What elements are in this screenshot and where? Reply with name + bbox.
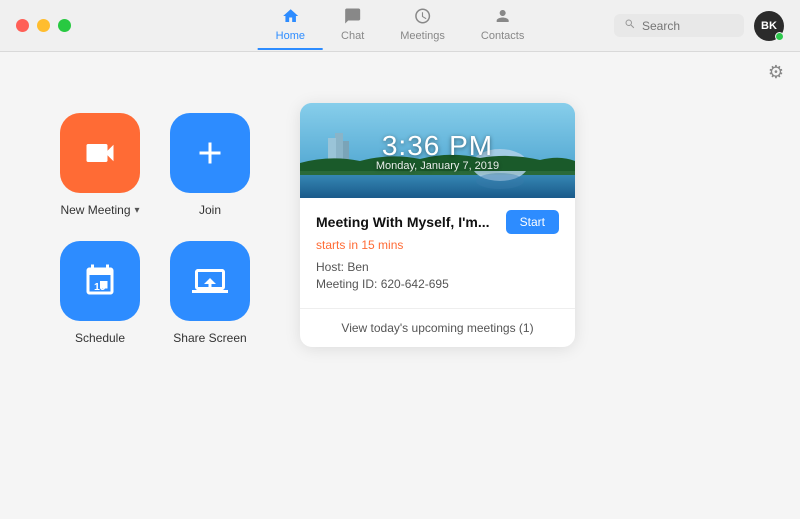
avatar-initials: BK xyxy=(761,20,777,32)
tab-chat-label: Chat xyxy=(341,30,364,42)
nav-right: BK xyxy=(614,11,784,41)
tab-meetings-label: Meetings xyxy=(400,30,445,42)
share-screen-item[interactable]: Share Screen xyxy=(170,241,250,345)
new-meeting-label: New Meeting ▾ xyxy=(60,203,139,217)
tab-chat[interactable]: Chat xyxy=(323,1,382,50)
minimize-button[interactable] xyxy=(37,19,50,32)
tab-home[interactable]: Home xyxy=(258,1,323,50)
time-display: 3:36 PM Monday, January 7, 2019 xyxy=(376,130,499,172)
main-content: New Meeting ▾ Join 19 xyxy=(0,83,800,367)
avatar[interactable]: BK xyxy=(754,11,784,41)
clock-date: Monday, January 7, 2019 xyxy=(376,160,499,172)
nav-tabs: Home Chat Meetings Cont xyxy=(258,1,543,50)
maximize-button[interactable] xyxy=(58,19,71,32)
search-box[interactable] xyxy=(614,14,744,37)
meeting-card: 3:36 PM Monday, January 7, 2019 Meeting … xyxy=(300,103,575,347)
schedule-label: Schedule xyxy=(75,331,125,345)
meeting-card-footer: View today's upcoming meetings (1) xyxy=(300,308,575,347)
search-input[interactable] xyxy=(642,19,732,33)
share-screen-button[interactable] xyxy=(170,241,250,321)
tab-contacts[interactable]: Contacts xyxy=(463,1,542,50)
meetings-icon xyxy=(414,7,432,28)
tab-contacts-label: Contacts xyxy=(481,30,524,42)
meeting-title: Meeting With Myself, I'm... xyxy=(316,214,490,230)
meeting-id: Meeting ID: 620-642-695 xyxy=(316,277,559,291)
contacts-icon xyxy=(494,7,512,28)
home-icon xyxy=(281,7,299,28)
dropdown-arrow: ▾ xyxy=(135,205,140,216)
window-controls xyxy=(16,19,71,32)
schedule-button[interactable]: 19 xyxy=(60,241,140,321)
meeting-image: 3:36 PM Monday, January 7, 2019 xyxy=(300,103,575,198)
join-item[interactable]: Join xyxy=(170,113,250,217)
chat-icon xyxy=(344,7,362,28)
settings-icon[interactable]: ⚙ xyxy=(768,62,784,83)
search-icon xyxy=(624,18,636,33)
join-button[interactable] xyxy=(170,113,250,193)
tab-home-label: Home xyxy=(276,30,305,42)
action-grid: New Meeting ▾ Join 19 xyxy=(60,93,250,345)
svg-text:19: 19 xyxy=(94,281,106,293)
share-screen-label: Share Screen xyxy=(173,331,246,345)
schedule-item[interactable]: 19 Schedule xyxy=(60,241,140,345)
close-button[interactable] xyxy=(16,19,29,32)
new-meeting-button[interactable] xyxy=(60,113,140,193)
meeting-host: Host: Ben xyxy=(316,260,559,274)
online-indicator xyxy=(775,32,784,41)
titlebar: Home Chat Meetings Cont xyxy=(0,0,800,52)
new-meeting-item[interactable]: New Meeting ▾ xyxy=(60,113,140,217)
clock-time: 3:36 PM xyxy=(376,130,499,162)
meeting-starts-text: starts in 15 mins xyxy=(316,238,559,252)
meeting-title-row: Meeting With Myself, I'm... Start xyxy=(316,210,559,234)
join-label: Join xyxy=(199,203,221,217)
settings-area: ⚙ xyxy=(0,52,800,83)
start-button[interactable]: Start xyxy=(506,210,559,234)
view-meetings-link[interactable]: View today's upcoming meetings (1) xyxy=(341,321,533,335)
meeting-info: Meeting With Myself, I'm... Start starts… xyxy=(300,198,575,308)
tab-meetings[interactable]: Meetings xyxy=(382,1,463,50)
